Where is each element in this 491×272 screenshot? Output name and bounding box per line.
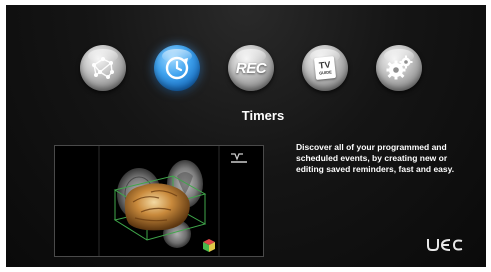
clock-refresh-icon <box>154 45 200 91</box>
page-title: Timers <box>241 108 285 123</box>
uec-logo <box>426 235 466 253</box>
menu-item-tv-guide[interactable]: TV GUIDE <box>302 45 348 91</box>
menu-item-rec[interactable]: REC <box>228 45 274 91</box>
media-center-screen: REC TV GUIDE Timers Discover all of your… <box>6 5 486 267</box>
gears-icon <box>376 45 422 91</box>
menu-item-network[interactable] <box>80 45 126 91</box>
menu-item-timers[interactable] <box>154 45 200 91</box>
section-description: Discover all of your programmed and sche… <box>296 142 455 174</box>
tv-guide-icon: TV GUIDE <box>302 45 348 91</box>
tv-guide-card: TV GUIDE <box>313 56 337 80</box>
preview-image <box>54 145 264 257</box>
brain-mri-illustration <box>55 146 263 256</box>
menu-item-settings[interactable] <box>376 45 422 91</box>
network-globe-icon <box>80 45 126 91</box>
rec-label: REC <box>235 59 267 77</box>
guide-label: GUIDE <box>318 69 333 76</box>
main-menu: REC TV GUIDE <box>6 5 486 105</box>
rec-icon: REC <box>228 45 274 91</box>
